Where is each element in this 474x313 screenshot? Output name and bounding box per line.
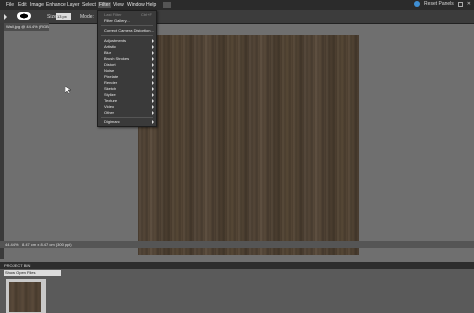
menu-window[interactable]: Window (127, 2, 145, 8)
bin-thumbnail-image[interactable] (9, 282, 41, 312)
submenu-arrow-icon (152, 87, 154, 91)
submenu-arrow-icon (152, 120, 154, 124)
zoom-level: 44.44% (5, 242, 19, 247)
menu-item-correct-camera-distortion[interactable]: Correct Camera Distortion... (104, 28, 154, 33)
menu-item-other[interactable]: Other (104, 110, 114, 115)
reset-panels-icon (414, 1, 421, 7)
menu-item-render[interactable]: Render (104, 80, 117, 85)
menu-image[interactable]: Image (30, 2, 44, 8)
last-filter-shortcut: Ctrl+F (141, 12, 152, 17)
submenu-arrow-icon (152, 51, 154, 55)
menu-item-sketch[interactable]: Sketch (104, 86, 116, 91)
menu-file[interactable]: File (6, 2, 14, 8)
project-bin (0, 269, 474, 313)
menu-item-digimarc[interactable]: Digimarc (104, 119, 120, 124)
project-bin-title: PROJECT BIN (4, 263, 31, 268)
menu-separator (101, 25, 153, 26)
reset-panels-button[interactable]: Reset Panels ✕ (414, 1, 471, 7)
menu-item-brush-strokes[interactable]: Brush Strokes (104, 56, 129, 61)
tool-preset-icon[interactable] (4, 14, 7, 20)
menu-item-pixelate[interactable]: Pixelate (104, 74, 118, 79)
document-tab[interactable]: Wall.jpg @ 44.4% (RGB/8) (4, 23, 49, 31)
submenu-arrow-icon (152, 69, 154, 73)
menu-select[interactable]: Select (82, 2, 96, 8)
cursor-icon (65, 86, 71, 94)
submenu-arrow-icon (152, 45, 154, 49)
menu-item-distort[interactable]: Distort (104, 62, 116, 67)
menu-item-adjustments[interactable]: Adjustments (104, 38, 126, 43)
menu-item-blur[interactable]: Blur (104, 50, 111, 55)
menu-edit[interactable]: Edit (18, 2, 27, 8)
submenu-arrow-icon (152, 75, 154, 79)
document-info: 8.47 cm x 8.47 cm (300 ppi) (22, 242, 72, 247)
menu-view[interactable]: View (113, 2, 124, 8)
menu-item-video[interactable]: Video (104, 104, 114, 109)
menu-item-stylize[interactable]: Stylize (104, 92, 116, 97)
submenu-arrow-icon (152, 81, 154, 85)
menu-bar: File Edit Image Enhance Layer Select Fil… (0, 0, 474, 10)
submenu-arrow-icon (152, 93, 154, 97)
menu-item-noise[interactable]: Noise (104, 68, 114, 73)
size-input[interactable]: 13 px (56, 13, 71, 20)
menu-item-texture[interactable]: Texture (104, 98, 117, 103)
menu-item-last-filter: Last Filter (104, 12, 122, 17)
menu-enhance[interactable]: Enhance (46, 2, 66, 8)
menu-layer[interactable]: Layer (67, 2, 80, 8)
workspace-icon[interactable] (163, 2, 171, 8)
menu-separator (101, 35, 153, 36)
brush-preview[interactable] (17, 12, 31, 20)
options-bar (0, 10, 474, 24)
bin-filter-select[interactable]: Show Open Files (4, 270, 61, 276)
menu-item-filter-gallery[interactable]: Filter Gallery... (104, 18, 130, 23)
submenu-arrow-icon (152, 57, 154, 61)
filter-menu: Last Filter Ctrl+F Filter Gallery... Cor… (97, 10, 157, 127)
menu-item-artistic[interactable]: Artistic (104, 44, 116, 49)
menu-filter[interactable]: Filter (98, 2, 112, 8)
mode-label: Mode: (80, 14, 94, 20)
project-bin-header: PROJECT BIN (0, 262, 474, 269)
submenu-arrow-icon (152, 39, 154, 43)
submenu-arrow-icon (152, 99, 154, 103)
status-bar: 44.44% 8.47 cm x 8.47 cm (300 ppi) (0, 241, 474, 248)
menu-help[interactable]: Help (146, 2, 156, 8)
submenu-arrow-icon (152, 63, 154, 67)
submenu-arrow-icon (152, 111, 154, 115)
submenu-arrow-icon (152, 105, 154, 109)
menu-separator (101, 117, 153, 118)
close-icon[interactable]: ✕ (467, 1, 471, 7)
wood-texture-image[interactable] (138, 35, 359, 255)
minimize-icon[interactable] (457, 1, 463, 7)
reset-panels-label: Reset Panels (424, 1, 454, 7)
